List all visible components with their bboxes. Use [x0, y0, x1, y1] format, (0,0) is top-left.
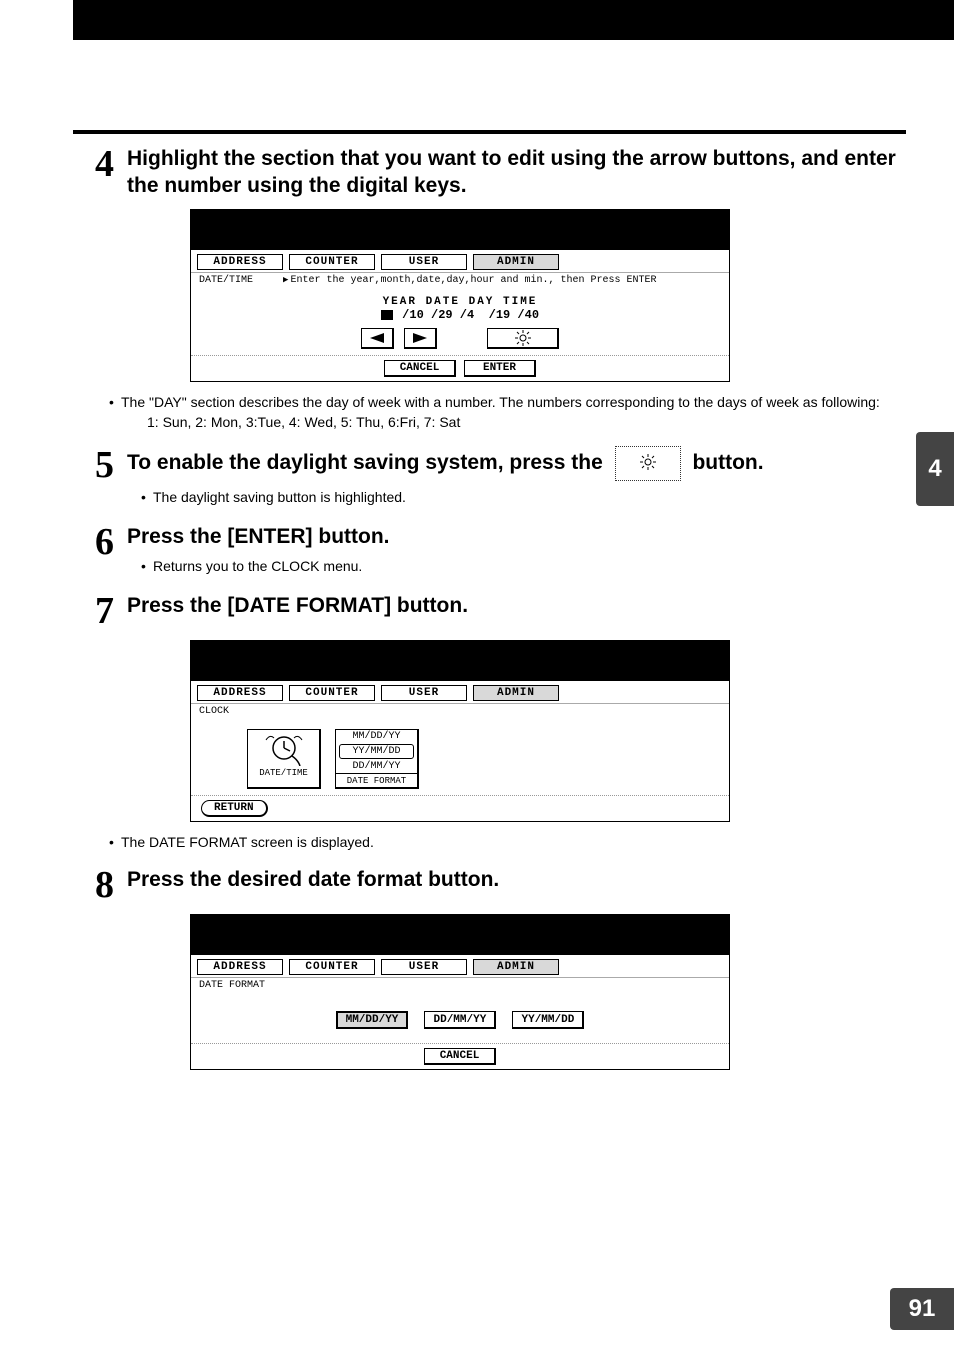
sun-icon — [640, 454, 656, 470]
cancel-button[interactable]: CANCEL — [424, 1048, 496, 1065]
datetime-headers: YEAR DATE DAY TIME — [201, 296, 719, 308]
fmt-opt: MM/DD/YY — [336, 730, 417, 743]
device-screen-dateformat: ADDRESS COUNTER USER ADMIN DATE FORMAT M… — [190, 914, 730, 1070]
chapter-side-tab: 4 — [916, 432, 954, 506]
step-number: 8 — [95, 866, 127, 904]
cancel-button[interactable]: CANCEL — [384, 360, 456, 377]
step-title: Press the desired date format button. — [127, 866, 906, 893]
clock-hand-icon — [264, 734, 304, 766]
tab-user[interactable]: USER — [381, 685, 467, 701]
fmt-opt: DD/MM/YY — [336, 760, 417, 773]
horizontal-rule — [73, 130, 906, 134]
tab-admin[interactable]: ADMIN — [473, 685, 559, 701]
tab-address[interactable]: ADDRESS — [197, 959, 283, 975]
arrow-right-button[interactable] — [404, 328, 437, 349]
tab-address[interactable]: ADDRESS — [197, 685, 283, 701]
device-tabs: ADDRESS COUNTER USER ADMIN — [191, 955, 729, 978]
tab-counter[interactable]: COUNTER — [289, 685, 375, 701]
step-title: Highlight the section that you want to e… — [127, 145, 906, 199]
page-number: 91 — [890, 1288, 954, 1330]
tab-counter[interactable]: COUNTER — [289, 254, 375, 270]
step-title: Press the [DATE FORMAT] button. — [127, 592, 906, 619]
page-content: 4 Highlight the section that you want to… — [95, 145, 906, 1084]
step-number: 4 — [95, 145, 127, 183]
step-8: 8 Press the desired date format button. … — [95, 866, 906, 1070]
device-top-black — [191, 641, 729, 681]
tab-admin[interactable]: ADMIN — [473, 959, 559, 975]
step-4: 4 Highlight the section that you want to… — [95, 145, 906, 432]
datetime-values: /10 /29 /4 /19 /40 — [201, 308, 719, 322]
tab-user[interactable]: USER — [381, 254, 467, 270]
tab-admin[interactable]: ADMIN — [473, 254, 559, 270]
step-title: Press the [ENTER] button. — [127, 523, 906, 550]
step4-bullet-sub: 1: Sun, 2: Mon, 3:Tue, 4: Wed, 5: Thu, 6… — [147, 412, 906, 432]
tab-address[interactable]: ADDRESS — [197, 254, 283, 270]
date-format-button[interactable]: MM/DD/YY YY/MM/DD DD/MM/YY DATE FORMAT — [335, 729, 419, 789]
screen-hint: Enter the year,month,date,day,hour and m… — [283, 275, 656, 286]
device-tabs: ADDRESS COUNTER USER ADMIN — [191, 250, 729, 273]
device-top-black — [191, 210, 729, 250]
step-number: 6 — [95, 523, 127, 561]
tab-counter[interactable]: COUNTER — [289, 959, 375, 975]
arrow-right-icon — [413, 333, 427, 343]
device-screen-datetime: ADDRESS COUNTER USER ADMIN DATE/TIME Ent… — [190, 209, 730, 382]
tab-user[interactable]: USER — [381, 959, 467, 975]
fmt-opt-selected: YY/MM/DD — [339, 744, 414, 759]
step-title: To enable the daylight saving system, pr… — [127, 446, 906, 481]
device-tabs: ADDRESS COUNTER USER ADMIN — [191, 681, 729, 704]
screen-label: CLOCK — [199, 706, 229, 717]
step-number: 5 — [95, 446, 127, 484]
device-top-black — [191, 915, 729, 955]
format-yymmdd-button[interactable]: YY/MM/DD — [512, 1011, 584, 1029]
date-time-button-label: DATE/TIME — [250, 768, 317, 778]
date-time-button[interactable]: DATE/TIME — [247, 729, 321, 789]
step5-bullet: The daylight saving button is highlighte… — [141, 487, 906, 507]
step-7: 7 Press the [DATE FORMAT] button. ADDRES… — [95, 592, 906, 852]
screen-label: DATE/TIME — [199, 275, 253, 286]
cursor-icon — [381, 310, 393, 320]
step-number: 7 — [95, 592, 127, 630]
sun-icon — [515, 330, 531, 346]
daylight-saving-button[interactable] — [487, 328, 559, 349]
enter-button[interactable]: ENTER — [464, 360, 536, 377]
date-format-button-label: DATE FORMAT — [336, 773, 417, 787]
format-ddmmyy-button[interactable]: DD/MM/YY — [424, 1011, 496, 1029]
screen-label: DATE FORMAT — [199, 980, 265, 991]
format-mmddyy-button[interactable]: MM/DD/YY — [336, 1011, 409, 1029]
step-5: 5 To enable the daylight saving system, … — [95, 446, 906, 509]
step4-bullet: The "DAY" section describes the day of w… — [109, 392, 906, 432]
page-header-black-bar — [0, 0, 954, 112]
device-screen-clock: ADDRESS COUNTER USER ADMIN CLOCK DATE — [190, 640, 730, 822]
step7-bullet: The DATE FORMAT screen is displayed. — [109, 832, 906, 852]
arrow-left-button[interactable] — [361, 328, 394, 349]
return-button[interactable]: RETURN — [201, 800, 268, 817]
arrow-left-icon — [370, 333, 384, 343]
daylight-saving-button-inline[interactable] — [615, 446, 681, 481]
step-6: 6 Press the [ENTER] button. Returns you … — [95, 523, 906, 578]
step6-bullet: Returns you to the CLOCK menu. — [141, 556, 906, 576]
